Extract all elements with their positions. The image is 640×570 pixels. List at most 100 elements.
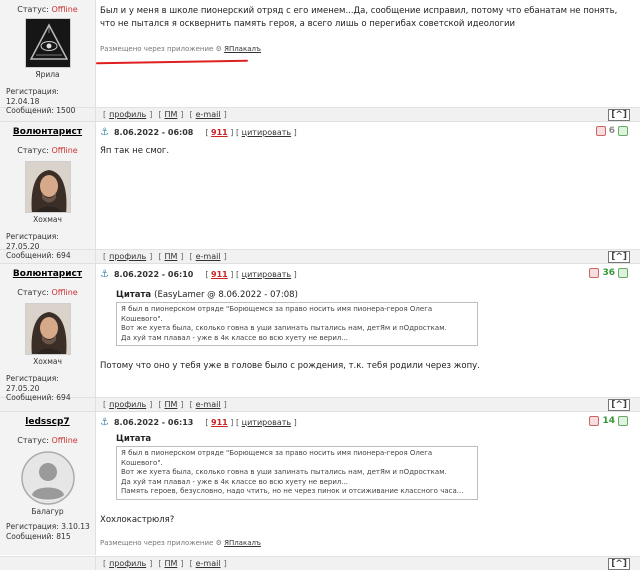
status-offline: Offline <box>51 5 78 14</box>
vote-up-icon[interactable] <box>618 416 628 426</box>
author-name[interactable]: Волюнтарист <box>3 269 92 279</box>
anchor-icon[interactable]: ⚓ <box>100 417 109 428</box>
email-link[interactable]: e-mail <box>196 252 221 261</box>
post-date: 8.06.2022 - 06:13 <box>113 417 194 427</box>
avatar <box>20 451 75 505</box>
avatar <box>24 303 71 355</box>
user-rank: Балагур <box>31 507 64 516</box>
app-icon: ⚙ <box>215 45 222 53</box>
profile-link[interactable]: профиль <box>109 400 146 409</box>
avatar <box>24 161 71 213</box>
profile-link[interactable]: профиль <box>109 252 146 261</box>
post-body: Хохлокастрюля? <box>100 514 175 525</box>
posted-via: Размещено через приложение ⚙ ЯПлакалъ <box>100 45 261 53</box>
post-content: ⚓ 8.06.2022 - 06:08 [ 911 ] [ цитировать… <box>96 122 640 249</box>
vote-widget: 14 <box>589 416 628 426</box>
post: Волюнтарист Статус: Offline Хохмач Регис… <box>0 264 640 412</box>
message-count: Сообщений: 1500 <box>6 106 76 115</box>
profile-link[interactable]: профиль <box>109 559 146 568</box>
app-icon: ⚙ <box>215 538 222 547</box>
email-link[interactable]: e-mail <box>196 110 221 119</box>
vote-up-icon[interactable] <box>618 268 628 278</box>
pm-link[interactable]: ПМ <box>164 110 177 119</box>
vote-up-icon[interactable] <box>618 126 628 136</box>
registration-date: Регистрация: 27.05.20 <box>6 374 59 393</box>
post-content: ⚓ 8.06.2022 - 06:10 [ 911 ] [ цитировать… <box>96 264 640 397</box>
post-number-link[interactable]: 911 <box>211 270 228 279</box>
vote-count: 14 <box>602 416 615 426</box>
vote-count: 36 <box>602 268 615 278</box>
author-name[interactable]: ledsscp7 <box>3 417 92 427</box>
app-link[interactable]: ЯПлакалъ <box>224 45 261 53</box>
scroll-top-button[interactable]: [^] <box>608 251 630 263</box>
post-footer: [профиль] [ПМ] [e-mail] [^] <box>0 107 640 121</box>
quote-source: (EasyLamer @ 8.06.2022 - 07:08) <box>154 290 298 300</box>
quote-link[interactable]: цитировать <box>242 128 291 137</box>
post-content: Был и у меня в школе пионерский отряд с … <box>95 0 640 107</box>
quote-line: Вот же хуета была, сколько говна в уши з… <box>121 324 447 332</box>
scroll-top-button[interactable]: [^] <box>608 399 630 411</box>
status-offline: Offline <box>51 146 78 155</box>
user-rank: Ярила <box>35 70 60 79</box>
vote-widget: 6 <box>595 126 628 136</box>
post-header: ⚓ 8.06.2022 - 06:13 [ 911 ] [ цитировать… <box>100 416 297 428</box>
profile-link[interactable]: профиль <box>109 110 146 119</box>
email-link[interactable]: e-mail <box>196 400 221 409</box>
vote-down-icon[interactable] <box>589 416 600 426</box>
quote-header: Цитата (EasyLamer @ 8.06.2022 - 07:08) <box>116 290 298 300</box>
status-line: Статус: Offline <box>17 146 78 155</box>
post-footer: [профиль] [ПМ] [e-mail] [^] <box>0 249 640 263</box>
post-body: Потому что оно у тебя уже в голове было … <box>100 361 480 371</box>
message-count: Сообщений: 694 <box>6 393 71 402</box>
post-footer: [профиль] [ПМ] [e-mail] [^] <box>0 397 640 411</box>
post-body: Яп так не смог. <box>100 146 170 156</box>
message-count: Сообщений: 694 <box>6 251 71 260</box>
quote-line: Да хуй там плавал - уже в 4к классе во в… <box>121 333 349 342</box>
post-date: 8.06.2022 - 06:10 <box>113 269 194 279</box>
author-panel: Статус: Offline Ярила Регистрация: 12.04… <box>0 0 96 115</box>
user-rank: Хохмач <box>33 215 62 224</box>
post-date: 8.06.2022 - 06:08 <box>113 127 194 137</box>
scroll-top-button[interactable]: [^] <box>608 109 630 121</box>
post-number-link[interactable]: 911 <box>211 128 228 137</box>
registration-date: Регистрация: 3.10.13 <box>6 522 90 531</box>
status-offline: Offline <box>51 436 78 445</box>
user-photo-icon <box>25 304 70 354</box>
avatar <box>24 18 71 68</box>
registration-date: Регистрация: 12.04.18 <box>6 87 59 106</box>
quote-link[interactable]: цитировать <box>242 270 291 279</box>
post-body: Был и у меня в школе пионерский отряд с … <box>100 6 618 29</box>
scroll-top-button[interactable]: [^] <box>608 557 630 570</box>
post-header: ⚓ 8.06.2022 - 06:08 [ 911 ] [ цитировать… <box>100 126 297 138</box>
vote-down-icon[interactable] <box>595 126 606 136</box>
status-line: Статус: Offline <box>17 288 78 297</box>
vote-down-icon[interactable] <box>589 268 600 278</box>
post: ledsscp7 Статус: Offline Балагур Регистр… <box>0 412 640 570</box>
user-photo-icon <box>25 162 70 212</box>
vote-count: 6 <box>608 126 615 136</box>
author-panel: ledsscp7 Статус: Offline Балагур Регистр… <box>0 412 96 555</box>
email-link[interactable]: e-mail <box>196 559 221 568</box>
user-rank: Хохмач <box>33 357 62 366</box>
pm-link[interactable]: ПМ <box>164 559 177 568</box>
quote-line: Я был в пионерском отряде "Борющемся за … <box>121 449 433 467</box>
quote-link[interactable]: цитировать <box>242 418 291 427</box>
post-footer: [профиль] [ПМ] [e-mail] [^] <box>0 555 640 570</box>
post-content: ⚓ 8.06.2022 - 06:13 [ 911 ] [ цитировать… <box>96 412 640 555</box>
anchor-icon[interactable]: ⚓ <box>100 127 109 138</box>
quote-line: Память героев, безусловно, надо чтить, н… <box>121 487 464 495</box>
post: Статус: Offline Ярила Регистрация: 12.04… <box>0 0 640 122</box>
status-line: Статус: Offline <box>17 436 78 445</box>
registration-date: Регистрация: 27.05.20 <box>6 232 59 251</box>
author-panel: Волюнтарист Статус: Offline Хохмач Регис… <box>0 264 96 402</box>
pm-link[interactable]: ПМ <box>164 252 177 261</box>
pm-link[interactable]: ПМ <box>164 400 177 409</box>
post-header: ⚓ 8.06.2022 - 06:10 [ 911 ] [ цитировать… <box>100 268 297 280</box>
post-number-link[interactable]: 911 <box>211 418 228 427</box>
app-link[interactable]: ЯПлакалъ <box>224 539 261 547</box>
quote-line: Вот же хуета была, сколько говна в уши з… <box>121 468 447 476</box>
author-name[interactable]: Волюнтарист <box>3 127 92 137</box>
quote-block: Я был в пионерском отряде "Борющемся за … <box>116 446 478 500</box>
anchor-icon[interactable]: ⚓ <box>100 269 109 280</box>
status-line: Статус: Offline <box>17 5 78 14</box>
